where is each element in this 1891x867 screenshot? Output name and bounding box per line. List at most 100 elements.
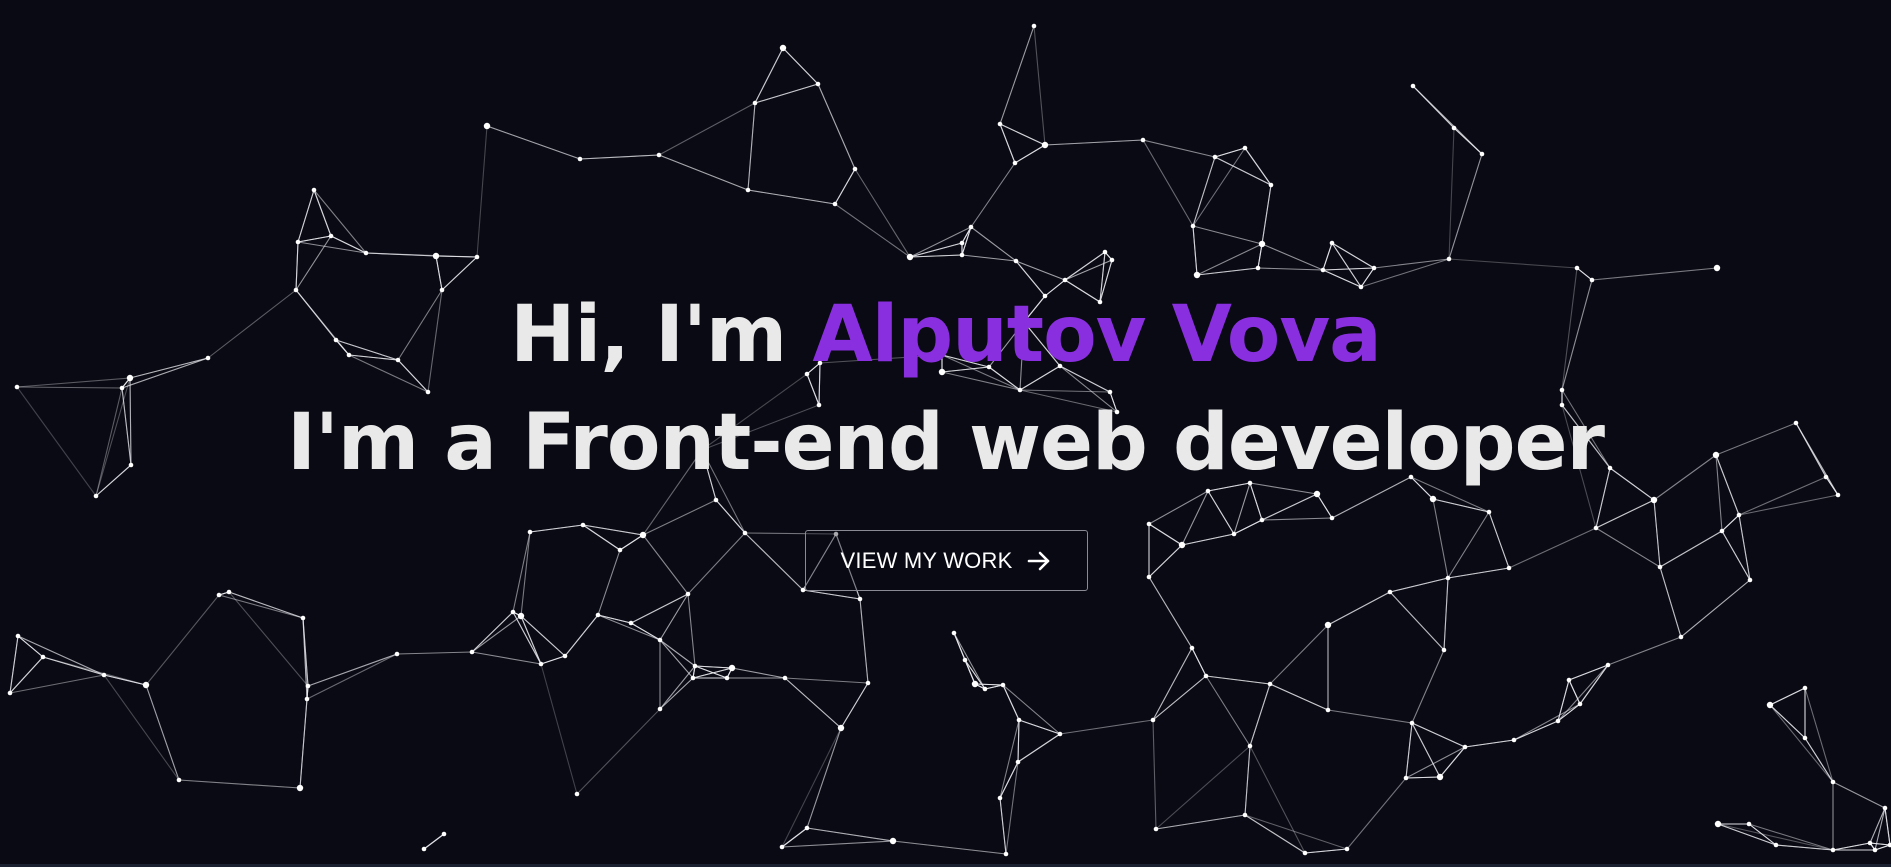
network-node xyxy=(865,680,871,686)
network-line xyxy=(129,377,132,466)
network-node xyxy=(1589,277,1595,283)
network-node xyxy=(1012,160,1018,166)
network-line xyxy=(806,373,820,406)
network-line xyxy=(1244,745,1251,816)
network-line xyxy=(754,83,819,104)
network-line xyxy=(1207,490,1235,535)
network-node xyxy=(1146,574,1152,580)
network-line xyxy=(1261,493,1318,521)
network-node xyxy=(1650,496,1658,504)
network-node xyxy=(1793,420,1799,426)
network-line xyxy=(129,357,209,379)
network-node xyxy=(1313,490,1321,498)
network-line xyxy=(1148,490,1209,525)
network-node xyxy=(1593,525,1599,531)
network-node xyxy=(1259,517,1265,523)
network-line xyxy=(396,651,473,655)
network-node xyxy=(639,531,647,539)
network-node xyxy=(394,651,400,657)
network-line xyxy=(859,598,869,684)
network-node xyxy=(959,240,965,246)
network-line xyxy=(999,719,1020,799)
network-node xyxy=(101,672,107,678)
network-line xyxy=(1869,842,1891,846)
network-node xyxy=(1713,264,1721,272)
network-node xyxy=(441,831,447,837)
network-line xyxy=(659,665,696,710)
network-line xyxy=(441,256,478,291)
network-line xyxy=(520,615,542,665)
network-line xyxy=(576,708,661,795)
network-node xyxy=(971,680,979,688)
network-line xyxy=(1738,476,1827,516)
network-line xyxy=(1607,636,1682,666)
network-line xyxy=(834,203,911,258)
network-node xyxy=(959,252,965,258)
network-line xyxy=(1148,544,1183,578)
network-line xyxy=(16,377,131,388)
network-node xyxy=(510,609,516,615)
network-node xyxy=(1607,465,1613,471)
network-line xyxy=(145,684,180,781)
network-node xyxy=(1559,402,1565,408)
network-node xyxy=(713,497,719,503)
network-node xyxy=(119,385,125,391)
network-line xyxy=(103,674,180,781)
network-node xyxy=(574,791,580,797)
network-node xyxy=(1746,821,1752,827)
network-line xyxy=(348,354,429,393)
network-line xyxy=(1269,683,1329,711)
network-line xyxy=(297,189,315,243)
network-node xyxy=(1329,240,1335,246)
network-node xyxy=(656,152,662,158)
network-line xyxy=(781,827,808,848)
network-node xyxy=(15,633,21,639)
network-node xyxy=(1429,495,1437,503)
network-line xyxy=(1148,576,1193,649)
network-line xyxy=(630,622,661,641)
network-line xyxy=(1432,498,1449,579)
network-node xyxy=(439,287,445,293)
network-node xyxy=(728,664,736,672)
network-line xyxy=(1261,243,1324,271)
network-node xyxy=(1802,735,1808,741)
network-node xyxy=(304,696,310,702)
network-node xyxy=(1000,682,1006,688)
network-line xyxy=(1249,745,1306,854)
network-line xyxy=(1244,814,1348,850)
network-node xyxy=(1445,575,1451,581)
network-line xyxy=(1205,675,1271,685)
network-node xyxy=(1031,23,1037,29)
network-line xyxy=(970,226,1017,262)
network-node xyxy=(1015,759,1021,765)
network-line xyxy=(1389,577,1449,593)
network-node xyxy=(837,724,845,732)
network-node xyxy=(1344,846,1350,852)
network-node xyxy=(1178,541,1186,549)
network-line xyxy=(1019,389,1111,393)
network-line xyxy=(1142,139,1194,227)
view-my-work-button[interactable]: VIEW MY WORK xyxy=(805,530,1088,591)
network-line xyxy=(1411,649,1445,724)
network-node xyxy=(1153,826,1159,832)
network-line xyxy=(1439,746,1466,778)
network-node xyxy=(517,612,525,620)
network-line xyxy=(1591,267,1718,281)
network-line xyxy=(1192,225,1198,276)
network-node xyxy=(1872,847,1878,853)
network-node xyxy=(1203,673,1209,679)
network-line xyxy=(95,464,132,497)
network-node xyxy=(1403,775,1409,781)
network-line xyxy=(1181,533,1235,546)
network-node xyxy=(1324,621,1332,629)
network-line xyxy=(892,840,1007,855)
network-line xyxy=(486,125,581,160)
network-line xyxy=(1331,476,1412,519)
network-node xyxy=(817,360,823,366)
network-line xyxy=(9,635,19,694)
network-line xyxy=(582,524,644,536)
network-node xyxy=(1506,565,1512,571)
network-line xyxy=(582,524,621,551)
network-node xyxy=(1410,83,1416,89)
network-line xyxy=(1044,139,1144,146)
